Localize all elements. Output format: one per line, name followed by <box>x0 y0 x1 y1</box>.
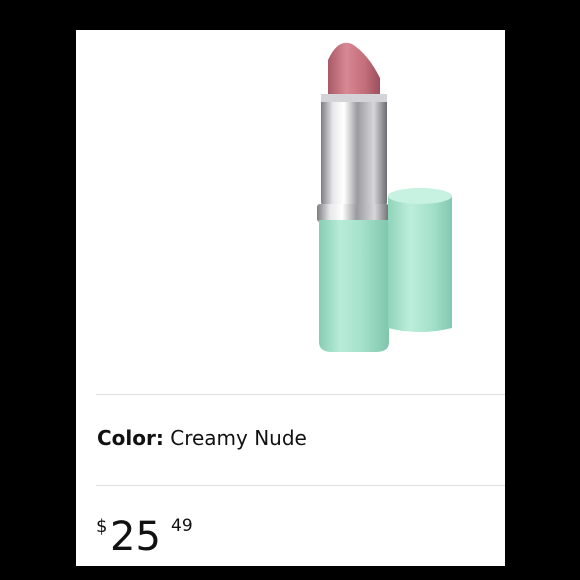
currency-symbol: $ <box>96 516 108 537</box>
price-fraction: 49 <box>171 516 193 536</box>
lipstick-cap <box>388 192 452 332</box>
lipstick-illustration <box>317 42 452 352</box>
divider <box>96 394 505 395</box>
product-image[interactable] <box>76 30 505 390</box>
color-value: Creamy Nude <box>170 426 307 450</box>
product-card: Color: Creamy Nude $ 25 49 <box>76 30 505 566</box>
lipstick-bullet <box>328 42 380 98</box>
color-selection: Color: Creamy Nude <box>97 426 307 450</box>
lipstick-tube <box>319 220 389 352</box>
metal-sleeve <box>321 94 387 206</box>
color-label: Color: <box>97 426 164 450</box>
divider <box>96 485 505 486</box>
price-whole: 25 <box>110 514 161 560</box>
